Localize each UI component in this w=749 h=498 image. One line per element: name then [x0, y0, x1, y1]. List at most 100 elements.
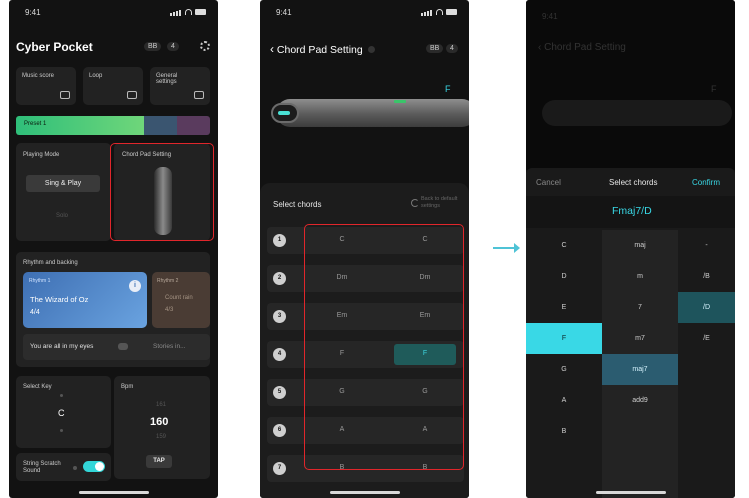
- reset-icon[interactable]: [411, 199, 419, 207]
- chord-row-number: 6: [273, 424, 286, 437]
- sing-play-button[interactable]: Sing & Play: [26, 175, 100, 192]
- cancel-button[interactable]: Cancel: [536, 178, 561, 187]
- quality-column: maj m 7 m7 maj7 add9: [602, 230, 678, 498]
- signal-icon: [170, 7, 182, 16]
- status-icons: [421, 7, 457, 16]
- bass-option[interactable]: /B: [678, 261, 735, 292]
- playing-mode-card: Playing Mode Sing & Play Solo: [16, 143, 111, 241]
- highlight-chord-columns: [304, 224, 464, 470]
- string-scratch-label: String Scratch Sound: [23, 461, 61, 474]
- root-option[interactable]: A: [526, 385, 602, 416]
- volume-badge[interactable]: 4: [167, 42, 179, 51]
- rhythm-card-1-meter: 4/4: [30, 309, 40, 316]
- quality-option[interactable]: m: [602, 261, 678, 292]
- tap-button[interactable]: TAP: [146, 455, 172, 468]
- root-option[interactable]: E: [526, 292, 602, 323]
- root-option[interactable]: C: [526, 230, 602, 261]
- rhythm-card-1-tag: Rhythm 1: [29, 278, 51, 284]
- root-option[interactable]: G: [526, 354, 602, 385]
- select-chords-label: Select chords: [273, 200, 322, 209]
- chord-display-bar: Fmaj7/D: [526, 196, 735, 228]
- help-icon[interactable]: [367, 46, 375, 53]
- rhythm-card-2-title: Count rain: [165, 295, 193, 301]
- bass-column: -/B/D/E: [678, 230, 735, 498]
- quality-option[interactable]: add9: [602, 385, 678, 416]
- chord-pad-device: [266, 90, 469, 134]
- bpm-card: Bpm 161 160 159 TAP: [114, 376, 210, 479]
- chord-display: Fmaj7/D: [612, 205, 652, 217]
- gear-icon[interactable]: [200, 41, 210, 51]
- root-option[interactable]: B: [526, 416, 602, 447]
- device-badge[interactable]: BB: [426, 44, 444, 53]
- tile-loop-label: Loop: [89, 73, 103, 79]
- rhythm-card-2[interactable]: Rhythm 2 Count rain 4/3: [152, 272, 210, 328]
- bass-option[interactable]: /E: [678, 323, 735, 354]
- bass-option[interactable]: /D: [678, 292, 735, 323]
- highlight-chord-pad-setting: [110, 143, 214, 241]
- home-indicator: [78, 491, 149, 494]
- confirm-button[interactable]: Confirm: [692, 178, 720, 187]
- key-dot-down: [60, 429, 63, 432]
- info-icon[interactable]: i: [129, 280, 141, 292]
- general-settings-icon: [194, 91, 204, 99]
- flow-arrow: [493, 243, 520, 253]
- status-bar: 9:41: [260, 6, 469, 20]
- chord-picker-sheet: Cancel Select chords Confirm Fmaj7/D CDE…: [526, 168, 735, 498]
- home-screen: 9:41 Cyber Pocket BB 4 Music score Loop …: [9, 0, 218, 498]
- tile-general-settings[interactable]: General settings: [150, 67, 210, 105]
- root-option[interactable]: D: [526, 261, 602, 292]
- rhythm-card-1[interactable]: Rhythm 1 The Wizard of Oz 4/4 i: [23, 272, 147, 328]
- back-to-default-link[interactable]: Back to default settings: [421, 196, 466, 210]
- chord-pad-cap: [271, 103, 299, 123]
- chord-pad-setting-screen: 9:41 ‹ Chord Pad Setting BB 4 F Select c…: [260, 0, 469, 498]
- rhythm-card: Rhythm and backing Rhythm 1 The Wizard o…: [16, 252, 210, 367]
- status-time-dimmed: 9:41: [542, 12, 558, 21]
- dimmed-background: 9:41 ‹ Chord Pad Setting F: [526, 0, 735, 170]
- bpm-label: Bpm: [121, 384, 134, 390]
- preset-bar[interactable]: Preset 1: [16, 116, 210, 135]
- tile-music-score-label: Music score: [22, 73, 55, 79]
- home-indicator: [329, 491, 400, 494]
- status-time: 9:41: [25, 8, 41, 17]
- key-value[interactable]: C: [58, 408, 65, 418]
- battery-icon: [446, 8, 457, 15]
- song-next: Stories in...: [153, 343, 186, 350]
- bpm-value[interactable]: 160: [150, 416, 168, 428]
- tile-music-score[interactable]: Music score: [16, 67, 76, 105]
- bpm-prev: 161: [156, 402, 167, 408]
- chord-row-number: 2: [273, 272, 286, 285]
- key-dot-up: [60, 394, 63, 397]
- preset-label[interactable]: Preset 1: [16, 116, 144, 135]
- song-row[interactable]: You are all in my eyes Stories in...: [23, 334, 210, 360]
- wifi-icon: [436, 8, 443, 15]
- tile-loop[interactable]: Loop: [83, 67, 143, 105]
- select-key-label: Select Key: [23, 384, 52, 390]
- playing-mode-label: Playing Mode: [23, 152, 60, 158]
- app-title: Cyber Pocket: [16, 40, 93, 54]
- back-chevron-icon[interactable]: ‹: [270, 42, 274, 56]
- bass-option[interactable]: -: [678, 230, 735, 261]
- loop-icon: [127, 91, 137, 99]
- quality-option[interactable]: m7: [602, 323, 678, 354]
- preset-slot-3[interactable]: [177, 116, 210, 135]
- device-badge[interactable]: BB: [144, 42, 162, 51]
- signal-icon: [421, 7, 433, 16]
- quality-option[interactable]: maj: [602, 230, 678, 261]
- nav-bar: ‹ Chord Pad Setting: [270, 42, 375, 56]
- bpm-next: 159: [156, 434, 167, 440]
- volume-badge[interactable]: 4: [446, 44, 458, 53]
- select-key-card: Select Key C: [16, 376, 111, 448]
- quality-option[interactable]: maj7: [602, 354, 678, 385]
- chord-pad-active-key: [394, 100, 406, 103]
- current-chord-dimmed: F: [711, 84, 717, 94]
- string-scratch-card: String Scratch Sound: [16, 453, 111, 481]
- chord-row-number: 5: [273, 386, 286, 399]
- nav-title-dimmed: ‹ Chord Pad Setting: [538, 42, 626, 53]
- string-scratch-toggle[interactable]: [83, 461, 105, 472]
- quality-option[interactable]: 7: [602, 292, 678, 323]
- preset-slot-2[interactable]: [144, 116, 177, 135]
- root-option[interactable]: F: [526, 323, 602, 354]
- rhythm-card-1-title: The Wizard of Oz: [30, 295, 89, 304]
- solo-option[interactable]: Solo: [56, 213, 68, 219]
- chord-pad-dimmed: [542, 100, 732, 126]
